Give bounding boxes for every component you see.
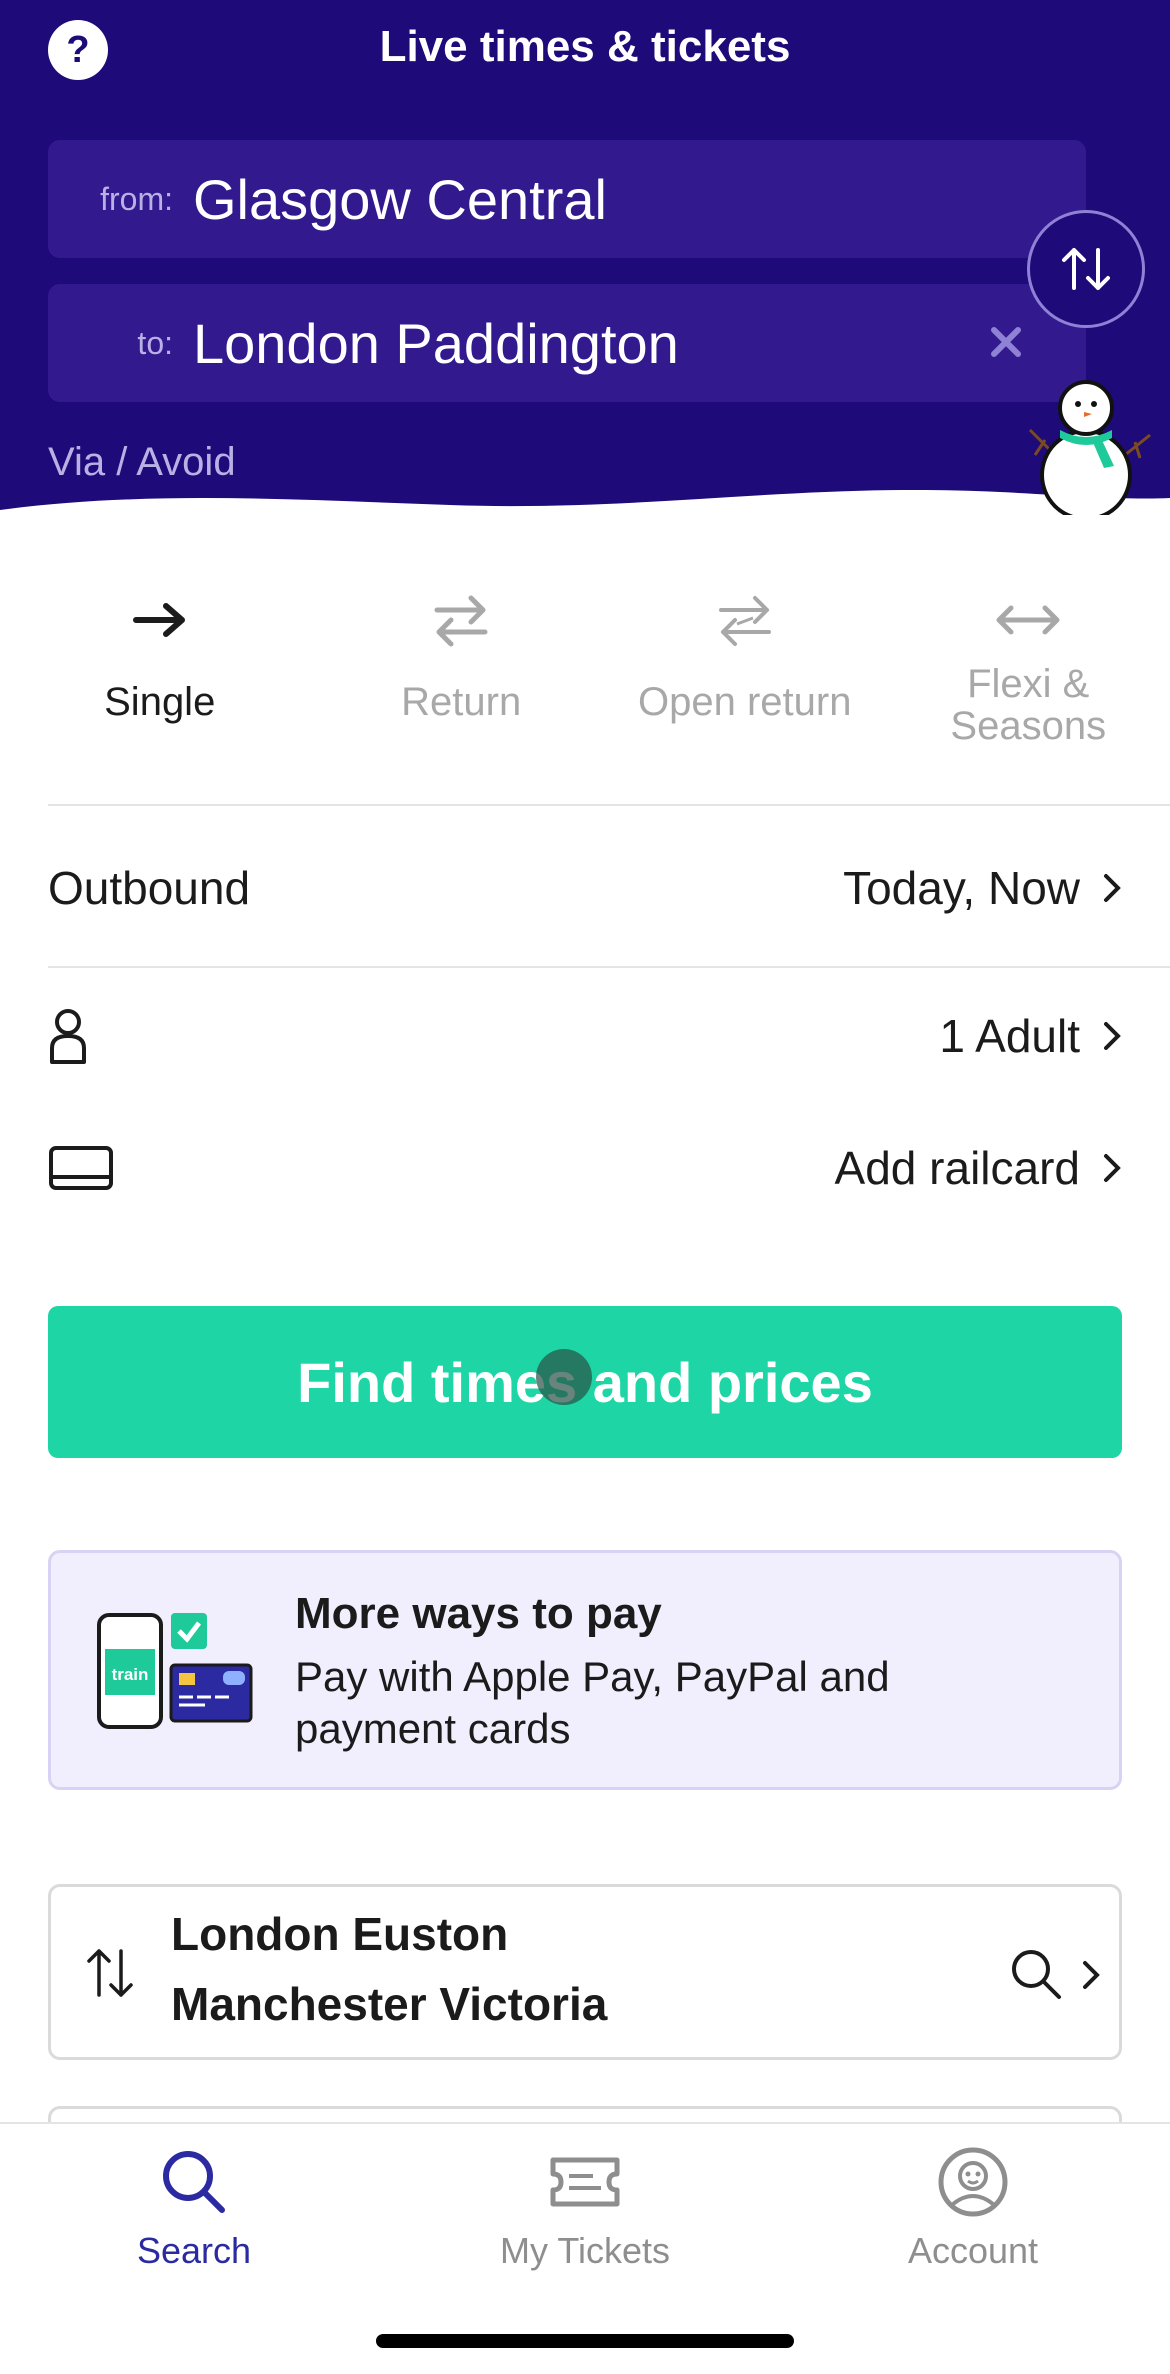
ticket-type-return[interactable]: Return (319, 580, 603, 780)
page-title: Live times & tickets (379, 22, 791, 71)
chevron-right-icon (1104, 1154, 1121, 1182)
promo-body: Pay with Apple Pay, PayPal and payment c… (295, 1653, 890, 1752)
swap-vertical-icon (87, 1949, 133, 1997)
recent-from-station: London Euston (171, 1908, 509, 1960)
home-indicator (376, 2334, 794, 2348)
tab-label: Account (907, 2230, 1039, 2271)
close-icon[interactable] (986, 322, 1026, 362)
outbound-row[interactable]: Outbound Today, Now (48, 848, 1122, 928)
chevron-right-icon (1104, 874, 1121, 902)
chevron-right-icon (1104, 1022, 1121, 1050)
from-label: from: (100, 180, 173, 217)
ticket-type-flexi-seasons[interactable]: Flexi & Seasons (886, 580, 1170, 780)
tab-my-tickets[interactable]: My Tickets (435, 2144, 735, 2272)
search-icon (163, 2151, 225, 2213)
chevron-right-icon (1083, 1961, 1100, 1989)
ticket-type-label-line2: Seasons (950, 704, 1107, 748)
promo-art-label: train (112, 1665, 149, 1684)
ticket-type-label: Open return (637, 680, 852, 724)
divider (48, 966, 1170, 968)
railcard-icon (49, 1146, 113, 1190)
to-label: to: (137, 324, 173, 361)
tab-search[interactable]: Search (44, 2144, 344, 2272)
snowman-icon (1028, 380, 1151, 515)
from-station-field[interactable]: from: Glasgow Central (48, 140, 1086, 258)
promo-title: More ways to pay (295, 1589, 662, 1638)
ticket-type-open-return[interactable]: Open return (603, 580, 887, 780)
open-return-icon (718, 596, 771, 646)
outbound-label: Outbound (48, 862, 251, 914)
swap-vertical-icon (1062, 248, 1110, 290)
payment-illustration-icon: train (97, 1613, 253, 1729)
ticket-type-label: Return (401, 680, 522, 724)
from-station-value: Glasgow Central (193, 167, 607, 231)
recent-search-card[interactable]: London Euston Manchester Victoria (48, 1884, 1122, 2060)
divider (48, 804, 1170, 806)
to-station-value: London Paddington (193, 311, 679, 375)
recent-to-station: Manchester Victoria (171, 1978, 608, 2030)
to-station-field[interactable]: to: London Paddington (48, 284, 1086, 402)
payment-promo-card[interactable]: train More ways to pay Pay with Apple Pa… (48, 1550, 1122, 1790)
search-icon (1012, 1950, 1061, 1999)
railcard-row[interactable]: Add railcard (48, 1128, 1122, 1208)
tab-account[interactable]: Account (823, 2144, 1123, 2272)
touch-indicator (536, 1349, 592, 1405)
ticket-type-single[interactable]: Single (0, 580, 319, 780)
swap-stations-button[interactable] (1027, 210, 1145, 328)
ticket-type-label: Single (104, 680, 216, 724)
tab-label: My Tickets (499, 2230, 670, 2271)
ticket-icon (550, 2157, 620, 2207)
person-icon (50, 1009, 86, 1064)
arrow-right-icon (132, 603, 185, 637)
ticket-type-selector: Single Return Open return Flexi & Season (0, 580, 1170, 780)
passengers-value: 1 Adult (939, 1010, 1080, 1062)
railcard-value: Add railcard (834, 1142, 1080, 1194)
journey-header: ? Live times & tickets from: Glasgow Cen… (0, 0, 1170, 515)
outbound-value: Today, Now (843, 862, 1080, 914)
return-arrows-icon (434, 595, 488, 647)
double-arrow-icon (996, 605, 1060, 635)
passengers-row[interactable]: 1 Adult (48, 996, 1122, 1076)
tab-label: Search (136, 2230, 252, 2271)
account-icon (938, 2147, 1008, 2217)
snow-decoration (0, 489, 1170, 515)
